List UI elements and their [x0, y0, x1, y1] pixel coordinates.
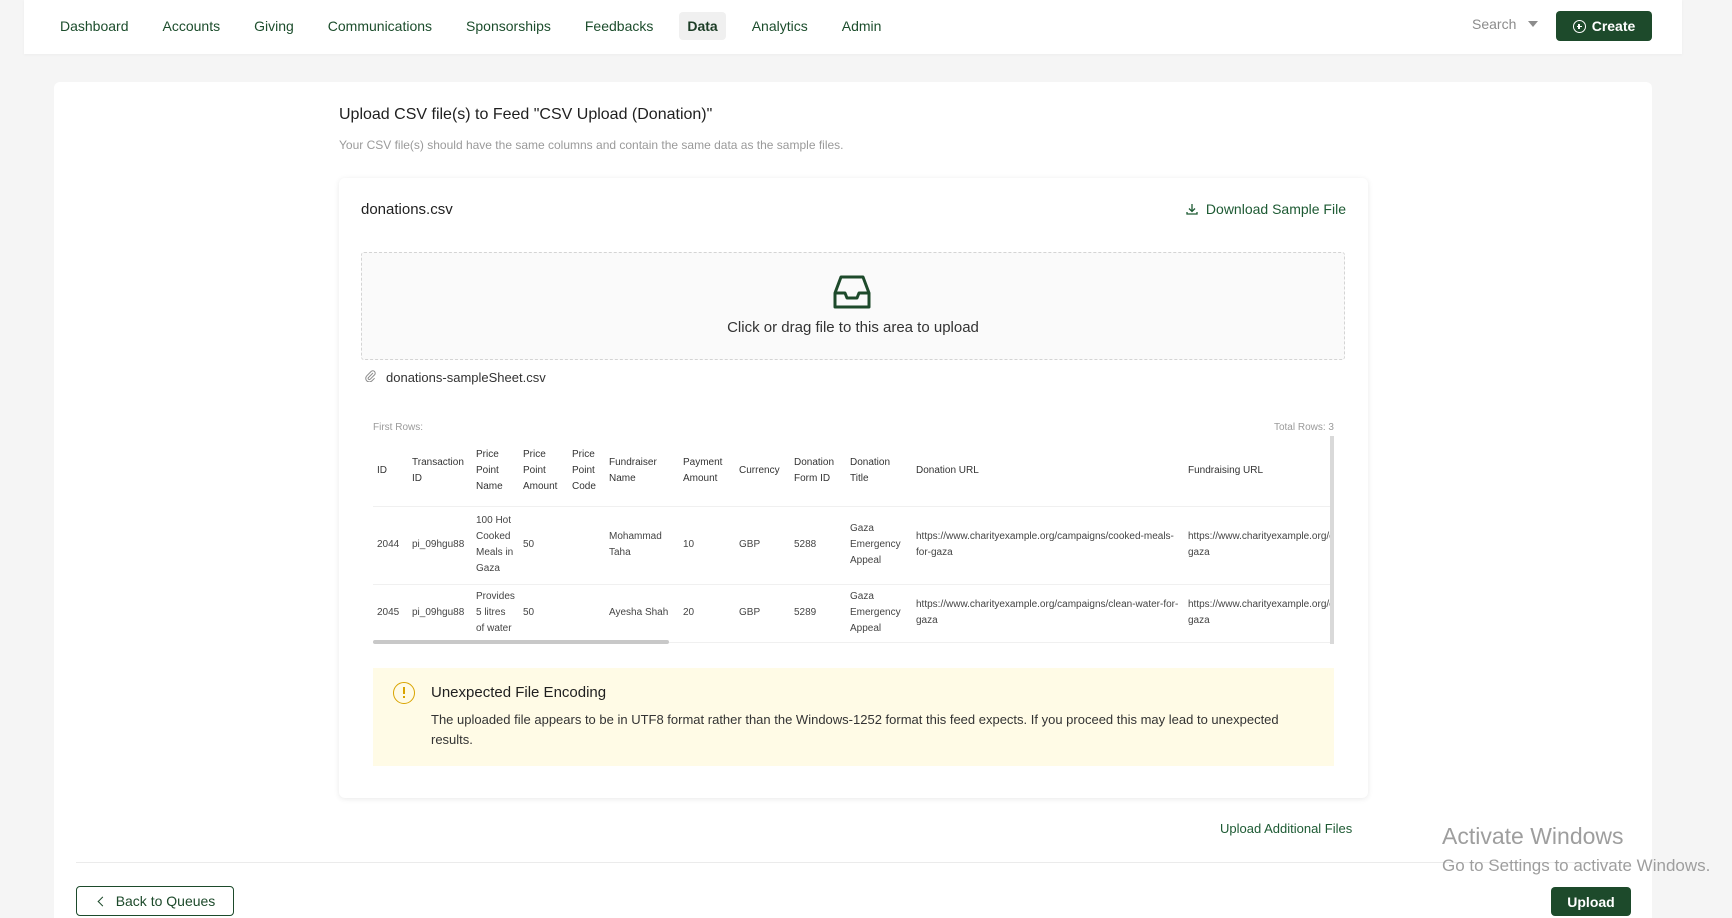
chevron-left-icon	[97, 896, 108, 906]
inbox-icon	[832, 273, 872, 316]
upload-button[interactable]: Upload	[1551, 887, 1631, 916]
column-header: Price Point Name	[472, 436, 519, 507]
nav-item-analytics[interactable]: Analytics	[744, 12, 816, 40]
attached-file[interactable]: donations-sampleSheet.csv	[365, 370, 546, 385]
column-header: Fundraiser Name	[605, 436, 679, 507]
table-cell: 10	[679, 506, 735, 585]
table-cell: 5288	[790, 506, 846, 585]
preview-table: ID Transaction ID Price Point Name Price…	[373, 436, 1330, 643]
table-row: 2044 pi_09hgu88 100 Hot Cooked Meals in …	[373, 506, 1330, 585]
first-rows-label: First Rows:	[373, 422, 423, 433]
total-rows-label: Total Rows: 3	[1273, 422, 1334, 433]
nav-item-sponsorships[interactable]: Sponsorships	[458, 12, 559, 40]
column-header: Payment Amount	[679, 436, 735, 507]
warning-message: The uploaded file appears to be in UTF8 …	[431, 712, 1279, 747]
file-upload-card: donations.csv Download Sample File Click…	[339, 178, 1368, 798]
file-name: donations.csv	[361, 201, 453, 218]
download-sample-label: Download Sample File	[1205, 201, 1346, 217]
table-cell: Provides 5 litres of water	[472, 584, 519, 643]
table-cell: https://www.charityexample.org/campaigns…	[1184, 584, 1330, 643]
nav-item-feedbacks[interactable]: Feedbacks	[577, 12, 661, 40]
table-cell: 2045	[373, 584, 408, 643]
table-cell: 50	[519, 506, 568, 585]
column-header: Transaction ID	[408, 436, 472, 507]
encoding-warning-alert: Unexpected File Encoding The uploaded fi…	[373, 668, 1334, 766]
download-icon	[1186, 203, 1198, 215]
paperclip-icon	[365, 370, 376, 385]
table-cell: Mohammad Taha	[605, 506, 679, 585]
download-sample-link[interactable]: Download Sample File	[1186, 201, 1346, 217]
nav-menu: Dashboard Accounts Giving Communications…	[52, 12, 903, 40]
table-cell: GBP	[735, 584, 790, 643]
horizontal-scrollbar[interactable]	[373, 640, 669, 644]
table-cell: Ayesha Shah	[605, 584, 679, 643]
table-cell: 5289	[790, 584, 846, 643]
column-header: ID	[373, 436, 408, 507]
page-title: Upload CSV file(s) to Feed "CSV Upload (…	[339, 106, 713, 123]
search-label: Search	[1472, 16, 1517, 32]
column-header: Donation Title	[846, 436, 912, 507]
search-dropdown[interactable]: Search	[1472, 16, 1539, 32]
warning-title: Unexpected File Encoding	[431, 684, 607, 701]
watermark-subtitle: Go to Settings to activate Windows.	[1442, 856, 1711, 875]
nav-item-communications[interactable]: Communications	[320, 12, 440, 40]
file-dropzone[interactable]: Click or drag file to this area to uploa…	[361, 252, 1345, 360]
table-cell: 50	[519, 584, 568, 643]
activate-windows-watermark: Activate Windows Go to Settings to activ…	[1442, 822, 1710, 878]
nav-item-data[interactable]: Data	[679, 12, 726, 40]
upload-additional-files-link[interactable]: Upload Additional Files	[1220, 821, 1352, 836]
column-header: Price Point Code	[568, 436, 605, 507]
page-subtitle: Your CSV file(s) should have the same co…	[339, 138, 844, 152]
exclamation-circle-icon	[393, 682, 415, 704]
divider	[76, 862, 1630, 863]
nav-item-dashboard[interactable]: Dashboard	[52, 12, 137, 40]
table-cell: pi_09hgu88	[408, 584, 472, 643]
column-header: Donation Form ID	[790, 436, 846, 507]
table-cell: 100 Hot Cooked Meals in Gaza	[472, 506, 519, 585]
attached-file-name: donations-sampleSheet.csv	[386, 370, 546, 385]
table-cell	[568, 584, 605, 643]
caret-down-icon	[1528, 21, 1539, 27]
table-cell: pi_09hgu88	[408, 506, 472, 585]
back-button-label: Back to Queues	[115, 893, 216, 909]
column-header: Donation URL	[912, 436, 1184, 507]
nav-item-admin[interactable]: Admin	[834, 12, 890, 40]
back-to-queues-button[interactable]: Back to Queues	[76, 886, 234, 916]
create-button[interactable]: Create	[1556, 11, 1652, 41]
watermark-title: Activate Windows	[1442, 823, 1624, 849]
table-cell: https://www.charityexample.org/campaigns…	[1184, 506, 1330, 585]
plus-circle-icon	[1572, 19, 1586, 33]
table-cell: GBP	[735, 506, 790, 585]
table-cell: 2044	[373, 506, 408, 585]
preview-table-container[interactable]: ID Transaction ID Price Point Name Price…	[373, 436, 1334, 644]
table-header-row: ID Transaction ID Price Point Name Price…	[373, 436, 1330, 507]
column-header: Price Point Amount	[519, 436, 568, 507]
table-cell: Gaza Emergency Appeal	[846, 584, 912, 643]
column-header: Currency	[735, 436, 790, 507]
dropzone-text: Click or drag file to this area to uploa…	[727, 319, 979, 336]
top-navigation: Dashboard Accounts Giving Communications…	[24, 0, 1682, 54]
table-cell: Gaza Emergency Appeal	[846, 506, 912, 585]
nav-item-accounts[interactable]: Accounts	[155, 12, 229, 40]
column-header: Fundraising URL	[1184, 436, 1330, 507]
nav-item-giving[interactable]: Giving	[246, 12, 302, 40]
table-cell: https://www.charityexample.org/campaigns…	[912, 584, 1184, 643]
table-cell	[568, 506, 605, 585]
table-cell: 20	[679, 584, 735, 643]
create-button-label: Create	[1591, 18, 1636, 34]
table-cell: https://www.charityexample.org/campaigns…	[912, 506, 1184, 585]
table-row: 2045 pi_09hgu88 Provides 5 litres of wat…	[373, 584, 1330, 643]
